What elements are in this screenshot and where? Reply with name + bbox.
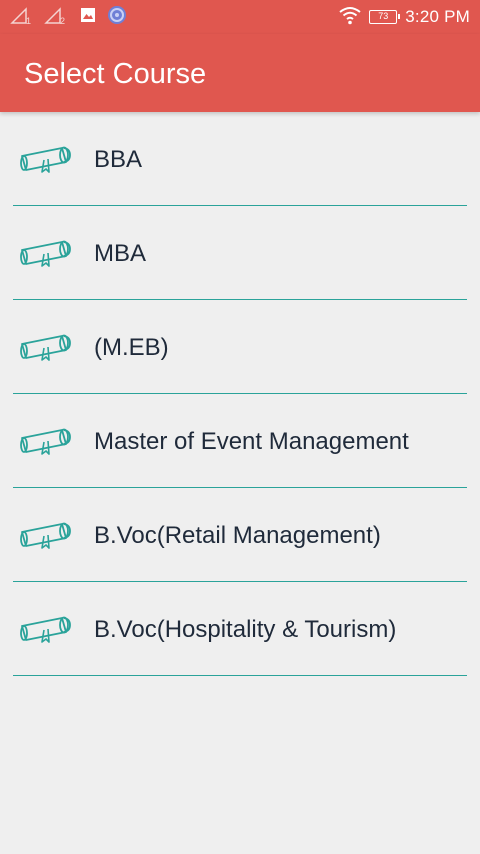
course-item-event-management[interactable]: Master of Event Management <box>0 394 480 488</box>
status-time: 3:20 PM <box>405 7 470 26</box>
battery-icon: 73 <box>369 10 401 24</box>
sim2-number: 2 <box>60 16 66 26</box>
divider <box>13 674 467 676</box>
status-bar: 1 2 73 3:20 PM <box>0 0 480 34</box>
course-list: BBA MBA (M.EB) Master of Event Managemen… <box>0 112 480 676</box>
app-bar: Select Course <box>0 34 480 112</box>
wifi-icon <box>339 5 361 30</box>
diploma-scroll-icon <box>18 236 74 270</box>
diploma-scroll-icon <box>18 330 74 364</box>
diploma-scroll-icon <box>18 424 74 458</box>
diploma-scroll-icon <box>18 518 74 552</box>
course-label: B.Voc(Retail Management) <box>94 522 381 549</box>
signal-sim2-icon: 2 <box>44 7 66 27</box>
sim1-number: 1 <box>26 16 32 26</box>
course-item-bvoc-hospitality[interactable]: B.Voc(Hospitality & Tourism) <box>0 582 480 676</box>
signal-sim1-icon: 1 <box>10 7 32 27</box>
status-left: 1 2 <box>10 4 128 31</box>
course-label: (M.EB) <box>94 334 169 361</box>
page-title: Select Course <box>24 58 207 90</box>
diploma-scroll-icon <box>18 612 74 646</box>
course-label: BBA <box>94 146 143 173</box>
app-notification-icon <box>106 4 128 31</box>
course-label: Master of Event Management <box>94 428 409 455</box>
gallery-notification-icon <box>80 7 96 28</box>
course-item-meb[interactable]: (M.EB) <box>0 300 480 394</box>
course-label: B.Voc(Hospitality & Tourism) <box>94 616 397 643</box>
course-label: MBA <box>94 240 147 267</box>
course-item-bvoc-retail[interactable]: B.Voc(Retail Management) <box>0 488 480 582</box>
course-item-bba[interactable]: BBA <box>0 112 480 206</box>
diploma-scroll-icon <box>18 142 74 176</box>
status-right: 73 3:20 PM <box>339 6 470 28</box>
course-item-mba[interactable]: MBA <box>0 206 480 300</box>
